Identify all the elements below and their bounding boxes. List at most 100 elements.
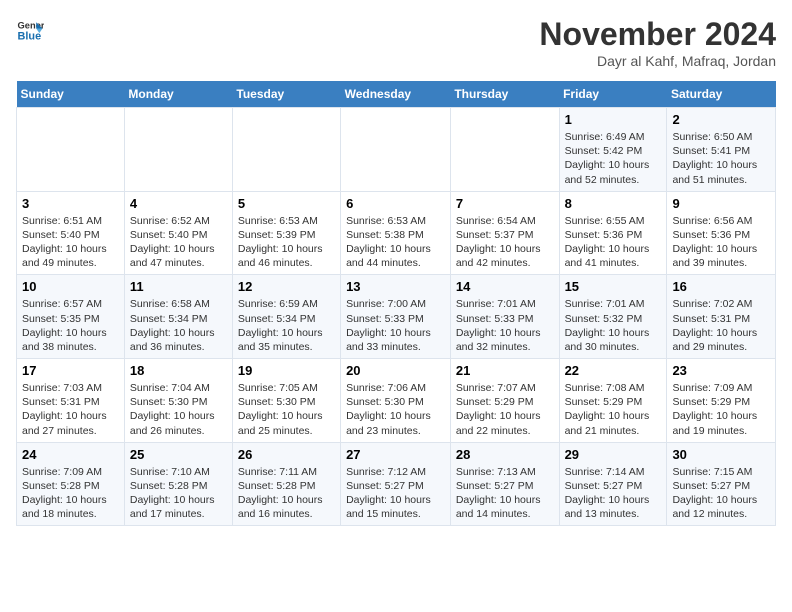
- day-info: Sunrise: 7:08 AM Sunset: 5:29 PM Dayligh…: [565, 381, 662, 438]
- day-cell: [341, 108, 451, 192]
- day-cell: 21 Sunrise: 7:07 AM Sunset: 5:29 PM Dayli…: [450, 359, 559, 443]
- day-cell: 6 Sunrise: 6:53 AM Sunset: 5:38 PM Daylig…: [341, 191, 451, 275]
- weekday-header-saturday: Saturday: [667, 81, 776, 108]
- day-cell: 8 Sunrise: 6:55 AM Sunset: 5:36 PM Daylig…: [559, 191, 667, 275]
- day-number: 7: [456, 196, 554, 211]
- day-cell: [124, 108, 232, 192]
- day-info: Sunrise: 6:55 AM Sunset: 5:36 PM Dayligh…: [565, 214, 662, 271]
- day-info: Sunrise: 7:10 AM Sunset: 5:28 PM Dayligh…: [130, 465, 227, 522]
- day-cell: 3 Sunrise: 6:51 AM Sunset: 5:40 PM Daylig…: [17, 191, 125, 275]
- day-number: 13: [346, 279, 445, 294]
- day-cell: 5Sunrise: 6:53 AM Sunset: 5:39 PM Daylig…: [232, 191, 340, 275]
- weekday-header-thursday: Thursday: [450, 81, 559, 108]
- day-number: 25: [130, 447, 227, 462]
- day-cell: 4Sunrise: 6:52 AM Sunset: 5:40 PM Daylig…: [124, 191, 232, 275]
- month-title: November 2024: [539, 16, 776, 53]
- day-number: 4: [130, 196, 227, 211]
- day-info: Sunrise: 7:09 AM Sunset: 5:28 PM Dayligh…: [22, 465, 119, 522]
- calendar-table: SundayMondayTuesdayWednesdayThursdayFrid…: [16, 81, 776, 526]
- day-info: Sunrise: 7:01 AM Sunset: 5:32 PM Dayligh…: [565, 297, 662, 354]
- day-number: 21: [456, 363, 554, 378]
- day-number: 30: [672, 447, 770, 462]
- day-cell: 30 Sunrise: 7:15 AM Sunset: 5:27 PM Dayli…: [667, 442, 776, 526]
- day-cell: 2Sunrise: 6:50 AM Sunset: 5:41 PM Daylig…: [667, 108, 776, 192]
- svg-text:Blue: Blue: [18, 30, 42, 42]
- weekday-header-monday: Monday: [124, 81, 232, 108]
- day-info: Sunrise: 7:04 AM Sunset: 5:30 PM Dayligh…: [130, 381, 227, 438]
- day-info: Sunrise: 6:57 AM Sunset: 5:35 PM Dayligh…: [22, 297, 119, 354]
- day-cell: 15 Sunrise: 7:01 AM Sunset: 5:32 PM Dayli…: [559, 275, 667, 359]
- day-info: Sunrise: 7:01 AM Sunset: 5:33 PM Dayligh…: [456, 297, 554, 354]
- day-info: Sunrise: 7:02 AM Sunset: 5:31 PM Dayligh…: [672, 297, 770, 354]
- day-info: Sunrise: 6:49 AM Sunset: 5:42 PM Dayligh…: [565, 130, 662, 187]
- day-info: Sunrise: 7:07 AM Sunset: 5:29 PM Dayligh…: [456, 381, 554, 438]
- day-cell: 27Sunrise: 7:12 AM Sunset: 5:27 PM Dayli…: [341, 442, 451, 526]
- day-cell: 12 Sunrise: 6:59 AM Sunset: 5:34 PM Dayli…: [232, 275, 340, 359]
- logo-icon: General Blue: [16, 16, 44, 44]
- day-info: Sunrise: 6:58 AM Sunset: 5:34 PM Dayligh…: [130, 297, 227, 354]
- day-info: Sunrise: 7:06 AM Sunset: 5:30 PM Dayligh…: [346, 381, 445, 438]
- day-number: 17: [22, 363, 119, 378]
- day-number: 23: [672, 363, 770, 378]
- day-info: Sunrise: 7:14 AM Sunset: 5:27 PM Dayligh…: [565, 465, 662, 522]
- week-row-4: 17 Sunrise: 7:03 AM Sunset: 5:31 PM Dayli…: [17, 359, 776, 443]
- day-cell: 13 Sunrise: 7:00 AM Sunset: 5:33 PM Dayli…: [341, 275, 451, 359]
- day-cell: 25 Sunrise: 7:10 AM Sunset: 5:28 PM Dayli…: [124, 442, 232, 526]
- day-cell: 23 Sunrise: 7:09 AM Sunset: 5:29 PM Dayli…: [667, 359, 776, 443]
- day-number: 29: [565, 447, 662, 462]
- day-number: 20: [346, 363, 445, 378]
- day-info: Sunrise: 7:12 AM Sunset: 5:27 PM Dayligh…: [346, 465, 445, 522]
- day-number: 26: [238, 447, 335, 462]
- weekday-header-friday: Friday: [559, 81, 667, 108]
- day-cell: 10Sunrise: 6:57 AM Sunset: 5:35 PM Dayli…: [17, 275, 125, 359]
- day-cell: 19 Sunrise: 7:05 AM Sunset: 5:30 PM Dayli…: [232, 359, 340, 443]
- day-cell: 9 Sunrise: 6:56 AM Sunset: 5:36 PM Daylig…: [667, 191, 776, 275]
- day-cell: 17 Sunrise: 7:03 AM Sunset: 5:31 PM Dayli…: [17, 359, 125, 443]
- day-number: 12: [238, 279, 335, 294]
- page-header: General Blue November 2024 Dayr al Kahf,…: [16, 16, 776, 69]
- weekday-header-wednesday: Wednesday: [341, 81, 451, 108]
- day-info: Sunrise: 7:00 AM Sunset: 5:33 PM Dayligh…: [346, 297, 445, 354]
- day-number: 15: [565, 279, 662, 294]
- day-cell: 29 Sunrise: 7:14 AM Sunset: 5:27 PM Dayli…: [559, 442, 667, 526]
- day-info: Sunrise: 7:03 AM Sunset: 5:31 PM Dayligh…: [22, 381, 119, 438]
- day-cell: 7 Sunrise: 6:54 AM Sunset: 5:37 PM Daylig…: [450, 191, 559, 275]
- day-cell: [450, 108, 559, 192]
- day-info: Sunrise: 6:51 AM Sunset: 5:40 PM Dayligh…: [22, 214, 119, 271]
- day-number: 8: [565, 196, 662, 211]
- logo: General Blue: [16, 16, 44, 44]
- day-info: Sunrise: 6:53 AM Sunset: 5:38 PM Dayligh…: [346, 214, 445, 271]
- day-cell: 18 Sunrise: 7:04 AM Sunset: 5:30 PM Dayli…: [124, 359, 232, 443]
- day-info: Sunrise: 7:05 AM Sunset: 5:30 PM Dayligh…: [238, 381, 335, 438]
- weekday-header-tuesday: Tuesday: [232, 81, 340, 108]
- title-block: November 2024 Dayr al Kahf, Mafraq, Jord…: [539, 16, 776, 69]
- day-cell: 1Sunrise: 6:49 AM Sunset: 5:42 PM Daylig…: [559, 108, 667, 192]
- day-number: 16: [672, 279, 770, 294]
- day-number: 22: [565, 363, 662, 378]
- day-number: 9: [672, 196, 770, 211]
- day-info: Sunrise: 7:09 AM Sunset: 5:29 PM Dayligh…: [672, 381, 770, 438]
- day-number: 2: [672, 112, 770, 127]
- day-cell: 28Sunrise: 7:13 AM Sunset: 5:27 PM Dayli…: [450, 442, 559, 526]
- day-number: 6: [346, 196, 445, 211]
- day-number: 3: [22, 196, 119, 211]
- day-info: Sunrise: 6:54 AM Sunset: 5:37 PM Dayligh…: [456, 214, 554, 271]
- day-info: Sunrise: 6:53 AM Sunset: 5:39 PM Dayligh…: [238, 214, 335, 271]
- day-info: Sunrise: 7:13 AM Sunset: 5:27 PM Dayligh…: [456, 465, 554, 522]
- day-number: 11: [130, 279, 227, 294]
- week-row-5: 24Sunrise: 7:09 AM Sunset: 5:28 PM Dayli…: [17, 442, 776, 526]
- day-number: 14: [456, 279, 554, 294]
- weekday-header-sunday: Sunday: [17, 81, 125, 108]
- week-row-1: 1Sunrise: 6:49 AM Sunset: 5:42 PM Daylig…: [17, 108, 776, 192]
- day-number: 18: [130, 363, 227, 378]
- week-row-2: 3 Sunrise: 6:51 AM Sunset: 5:40 PM Daylig…: [17, 191, 776, 275]
- day-info: Sunrise: 7:15 AM Sunset: 5:27 PM Dayligh…: [672, 465, 770, 522]
- day-cell: 26Sunrise: 7:11 AM Sunset: 5:28 PM Dayli…: [232, 442, 340, 526]
- day-info: Sunrise: 6:59 AM Sunset: 5:34 PM Dayligh…: [238, 297, 335, 354]
- week-row-3: 10Sunrise: 6:57 AM Sunset: 5:35 PM Dayli…: [17, 275, 776, 359]
- day-info: Sunrise: 6:56 AM Sunset: 5:36 PM Dayligh…: [672, 214, 770, 271]
- day-cell: 16 Sunrise: 7:02 AM Sunset: 5:31 PM Dayli…: [667, 275, 776, 359]
- day-number: 19: [238, 363, 335, 378]
- day-cell: 24Sunrise: 7:09 AM Sunset: 5:28 PM Dayli…: [17, 442, 125, 526]
- day-cell: 11 Sunrise: 6:58 AM Sunset: 5:34 PM Dayli…: [124, 275, 232, 359]
